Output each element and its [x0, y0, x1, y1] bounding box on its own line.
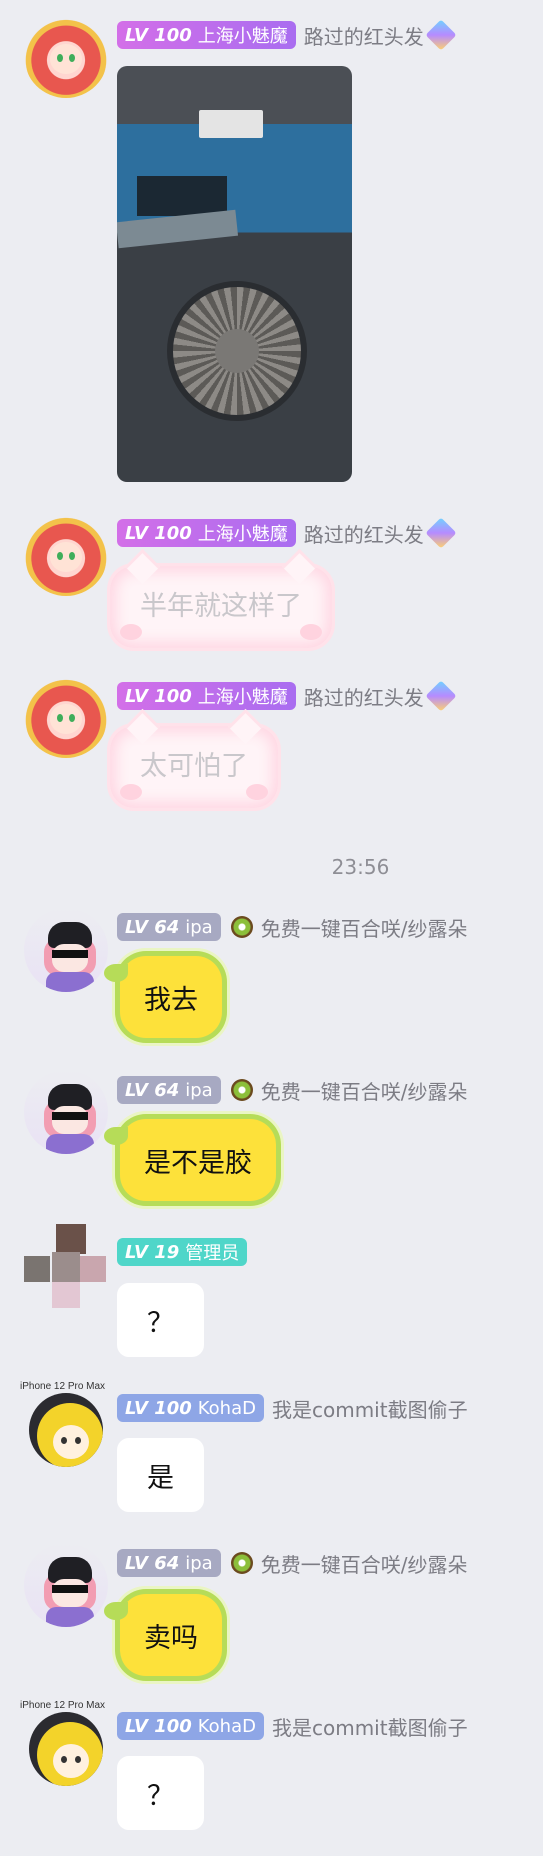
- sender-nickname[interactable]: 我是commit截图偷子: [272, 1394, 468, 1423]
- diamond-badge-icon: [425, 517, 457, 549]
- sender-meta: LV 100 KohaD 我是commit截图偷子: [117, 1711, 468, 1741]
- message-bubble[interactable]: 太可怕了: [110, 726, 278, 808]
- avatar-blurred[interactable]: [24, 1224, 108, 1308]
- level-badge: LV 64 ipa: [117, 1076, 221, 1104]
- message-text: 太可怕了: [140, 751, 248, 782]
- level-badge: LV 64 ipa: [117, 1549, 221, 1577]
- message-bubble[interactable]: 半年就这样了: [110, 566, 332, 648]
- sender-nickname[interactable]: 路过的红头发: [304, 519, 424, 548]
- sender-meta: LV 100 KohaD 我是commit截图偷子: [117, 1393, 468, 1423]
- kiwi-badge-icon: [230, 916, 253, 938]
- device-tag: iPhone 12 Pro Max: [20, 1381, 106, 1392]
- level-badge: LV 100 上海小魅魔: [117, 519, 296, 547]
- sender-nickname[interactable]: 我是commit截图偷子: [272, 1712, 468, 1741]
- message-text: 我去: [144, 984, 198, 1016]
- message-bubble[interactable]: ？: [117, 1283, 204, 1357]
- level-badge: LV 100 KohaD: [117, 1394, 264, 1422]
- avatar-ipa[interactable]: [24, 908, 108, 992]
- avatar-red-hair[interactable]: [24, 14, 108, 98]
- message-image[interactable]: [117, 66, 352, 482]
- message-text: 是不是胶: [144, 1147, 252, 1179]
- kiwi-badge-icon: [230, 1552, 253, 1574]
- sender-nickname[interactable]: 免费一键百合咲/纱露朵: [261, 1549, 468, 1578]
- message-bubble[interactable]: 我去: [104, 956, 222, 1038]
- sender-meta: LV 100 上海小魅魔 路过的红头发: [117, 517, 457, 549]
- message-bubble[interactable]: 是: [117, 1438, 204, 1512]
- message-text: ？: [147, 1780, 174, 1812]
- sender-nickname[interactable]: 路过的红头发: [304, 682, 424, 711]
- level-badge: LV 100 上海小魅魔: [117, 682, 296, 710]
- chat-timestamp: 23:56: [331, 855, 390, 879]
- avatar-ipa[interactable]: [24, 1543, 108, 1627]
- diamond-badge-icon: [425, 680, 457, 712]
- message-bubble[interactable]: 卖吗: [104, 1594, 222, 1676]
- sender-nickname[interactable]: 免费一键百合咲/纱露朵: [261, 1076, 468, 1105]
- message-bubble[interactable]: ？: [117, 1756, 204, 1830]
- sender-nickname[interactable]: 路过的红头发: [304, 21, 424, 50]
- message-bubble[interactable]: 是不是胶: [104, 1119, 276, 1201]
- message-text: 是: [147, 1462, 174, 1494]
- level-badge: LV 64 ipa: [117, 913, 221, 941]
- sender-meta: LV 100 上海小魅魔 路过的红头发: [117, 680, 457, 712]
- avatar-red-hair[interactable]: [24, 674, 108, 758]
- message-text: ？: [147, 1307, 174, 1339]
- message-text: 卖吗: [144, 1622, 198, 1654]
- sender-meta: LV 64 ipa 免费一键百合咲/纱露朵: [117, 1548, 467, 1578]
- level-badge: LV 19 管理员: [117, 1238, 248, 1266]
- sender-meta: LV 64 ipa 免费一键百合咲/纱露朵: [117, 1075, 467, 1105]
- level-badge: LV 100 KohaD: [117, 1712, 264, 1740]
- sender-meta: LV 100 上海小魅魔 路过的红头发: [117, 19, 457, 51]
- avatar-red-hair[interactable]: [24, 512, 108, 596]
- level-badge: LV 100 上海小魅魔: [117, 21, 296, 49]
- avatar-yellow-hair[interactable]: [29, 1393, 103, 1467]
- kiwi-badge-icon: [230, 1079, 253, 1101]
- sender-meta: LV 19 管理员: [117, 1237, 255, 1267]
- avatar-ipa[interactable]: [24, 1070, 108, 1154]
- diamond-badge-icon: [425, 19, 457, 51]
- sender-meta: LV 64 ipa 免费一键百合咲/纱露朵: [117, 912, 467, 942]
- sender-nickname[interactable]: 免费一键百合咲/纱露朵: [261, 913, 468, 942]
- chat-window: LV 100 上海小魅魔 路过的红头发 LV 100 上海小魅魔 路过的红头发 …: [0, 0, 543, 1856]
- device-tag: iPhone 12 Pro Max: [20, 1700, 106, 1711]
- message-text: 半年就这样了: [140, 591, 302, 622]
- avatar-yellow-hair[interactable]: [29, 1712, 103, 1786]
